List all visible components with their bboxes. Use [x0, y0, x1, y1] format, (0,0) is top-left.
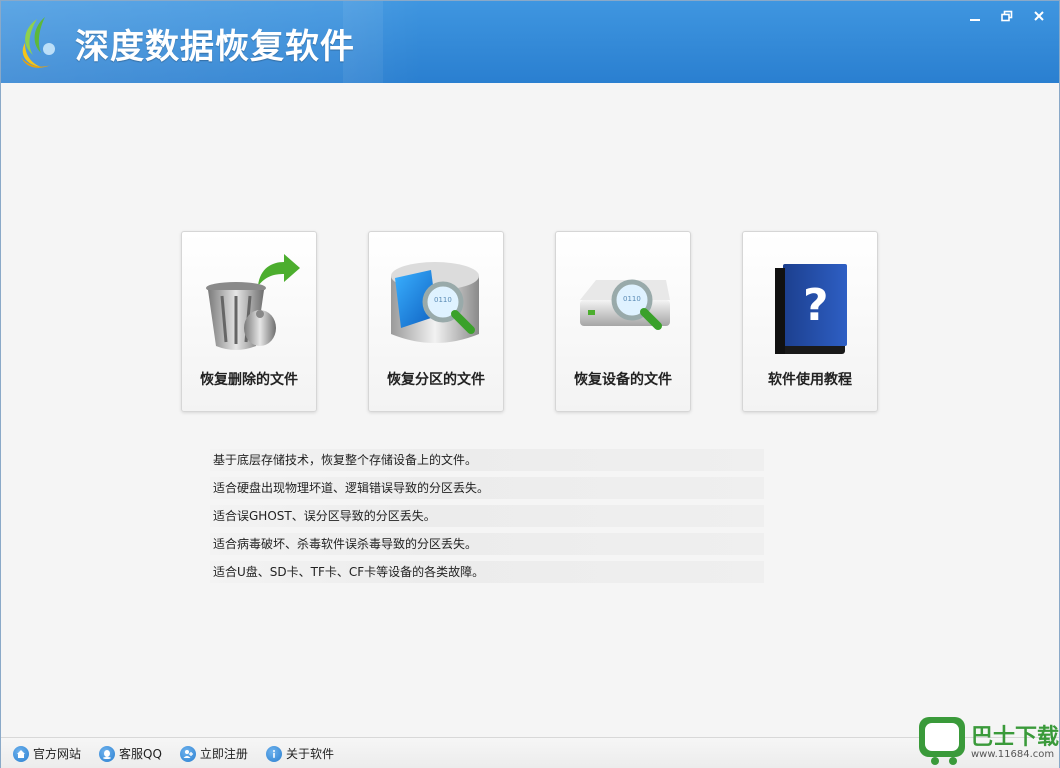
app-title: 深度数据恢复软件: [75, 27, 355, 67]
tile-label: 恢复设备的文件: [574, 372, 672, 388]
official-website-link[interactable]: 官方网站: [13, 745, 81, 762]
help-book-icon: ?: [775, 264, 847, 354]
link-label: 关于软件: [285, 747, 334, 761]
title-bar[interactable]: 深度数据恢复软件: [1, 1, 1059, 83]
link-label: 客服QQ: [119, 747, 162, 761]
app-logo-icon: [21, 17, 55, 68]
tile-label: 恢复分区的文件: [387, 372, 485, 388]
footer-links: 官方网站 客服QQ 立即注册 关于软件: [13, 745, 334, 762]
recycle-bin-icon: [206, 254, 300, 350]
link-label: 官方网站: [33, 747, 82, 761]
svg-text:0110: 0110: [434, 296, 452, 304]
tile-label: 软件使用教程: [768, 372, 852, 388]
window-controls: [959, 3, 1055, 29]
restore-icon: [1001, 10, 1013, 22]
tutorial-tile[interactable]: ? 软件使用教程: [742, 231, 878, 412]
app-window: 深度数据恢复软件 恢复删除的文件 0110 恢复分区的文件 0110 恢复设备的…: [0, 0, 1060, 768]
description-item: 适合误GHOST、误分区导致的分区丢失。: [210, 505, 764, 527]
minimize-button[interactable]: [959, 3, 991, 29]
register-icon: [179, 745, 196, 762]
recover-device-files-tile[interactable]: 0110 恢复设备的文件: [555, 231, 691, 412]
info-icon: [265, 745, 282, 762]
close-icon: [1034, 11, 1044, 21]
feature-tiles: 恢复删除的文件 0110 恢复分区的文件 0110 恢复设备的文件 ? 软件使用…: [181, 231, 878, 412]
close-button[interactable]: [1023, 3, 1055, 29]
recover-deleted-files-tile[interactable]: 恢复删除的文件: [181, 231, 317, 412]
link-label: 立即注册: [199, 747, 248, 761]
partition-search-icon: 0110: [391, 262, 479, 343]
watermark-text: 巴士下载: [971, 725, 1060, 750]
about-link[interactable]: 关于软件: [265, 745, 334, 762]
description-item: 适合U盘、SD卡、TF卡、CF卡等设备的各类故障。: [210, 561, 764, 583]
recover-partition-files-tile[interactable]: 0110 恢复分区的文件: [368, 231, 504, 412]
description-item: 适合病毒破坏、杀毒软件误杀毒导致的分区丢失。: [210, 533, 764, 555]
watermark-url: www.11684.com: [971, 749, 1055, 760]
register-link[interactable]: 立即注册: [179, 745, 248, 762]
home-icon: [13, 745, 29, 762]
svg-text:0110: 0110: [623, 295, 641, 303]
device-search-icon: 0110: [580, 279, 670, 330]
description-item: 适合硬盘出现物理坏道、逻辑错误导致的分区丢失。: [210, 477, 764, 499]
restore-button[interactable]: [991, 3, 1023, 29]
qq-icon: [99, 745, 116, 762]
description-item: 基于底层存储技术，恢复整个存储设备上的文件。: [210, 449, 764, 471]
svg-text:?: ?: [803, 280, 829, 331]
support-qq-link[interactable]: 客服QQ: [99, 745, 162, 762]
tile-label: 恢复删除的文件: [200, 372, 298, 388]
description-list: 基于底层存储技术，恢复整个存储设备上的文件。 适合硬盘出现物理坏道、逻辑错误导致…: [210, 449, 764, 589]
minimize-icon: [970, 19, 980, 21]
